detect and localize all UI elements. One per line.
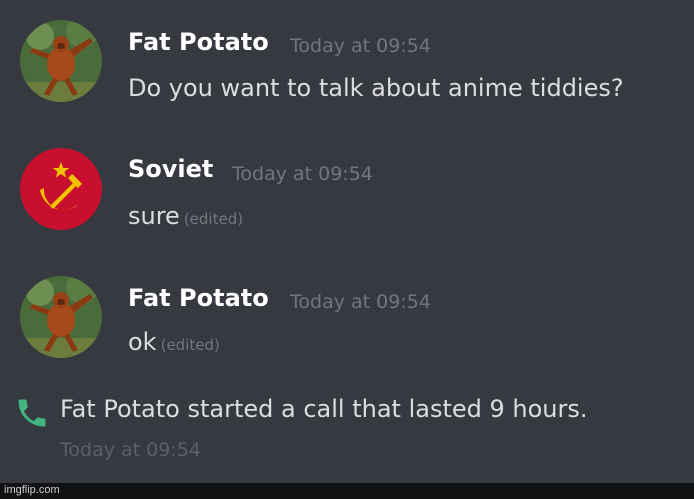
phone-icon <box>18 399 46 427</box>
call-message: Fat Potato started a call that lasted 9 … <box>60 395 588 423</box>
message-group: Fat Potato Today at 09:54 ok (edited) <box>0 256 694 358</box>
watermark: imgflip.com <box>4 484 60 496</box>
avatar[interactable] <box>20 20 102 102</box>
username[interactable]: Fat Potato <box>128 284 269 312</box>
edited-label: (edited) <box>160 336 220 354</box>
message-text: ok (edited) <box>128 328 220 356</box>
username[interactable]: Fat Potato <box>128 28 269 56</box>
timestamp: Today at 09:54 <box>232 163 373 185</box>
message-body: Do you want to talk about anime tiddies? <box>128 74 624 102</box>
orangutan-avatar-icon <box>20 20 102 102</box>
avatar[interactable] <box>20 148 102 230</box>
call-timestamp: Today at 09:54 <box>60 439 201 461</box>
watermark-bar: imgflip.com <box>0 483 694 499</box>
timestamp: Today at 09:54 <box>290 291 431 313</box>
username[interactable]: Soviet <box>128 155 213 183</box>
message-text: Do you want to talk about anime tiddies? <box>128 74 624 102</box>
orangutan-avatar-icon <box>20 276 102 358</box>
timestamp: Today at 09:54 <box>290 35 431 57</box>
edited-label: (edited) <box>183 210 244 228</box>
avatar[interactable] <box>20 276 102 358</box>
message-text: sure (edited) <box>128 202 243 230</box>
message-group: Soviet Today at 09:54 sure (edited) <box>0 128 694 230</box>
message-body: sure <box>128 202 180 230</box>
hammer-sickle-avatar-icon <box>20 148 102 230</box>
message-group: Fat Potato Today at 09:54 Do you want to… <box>0 0 694 102</box>
chat-log: Fat Potato Today at 09:54 Do you want to… <box>0 0 694 499</box>
message-body: ok <box>128 328 157 356</box>
